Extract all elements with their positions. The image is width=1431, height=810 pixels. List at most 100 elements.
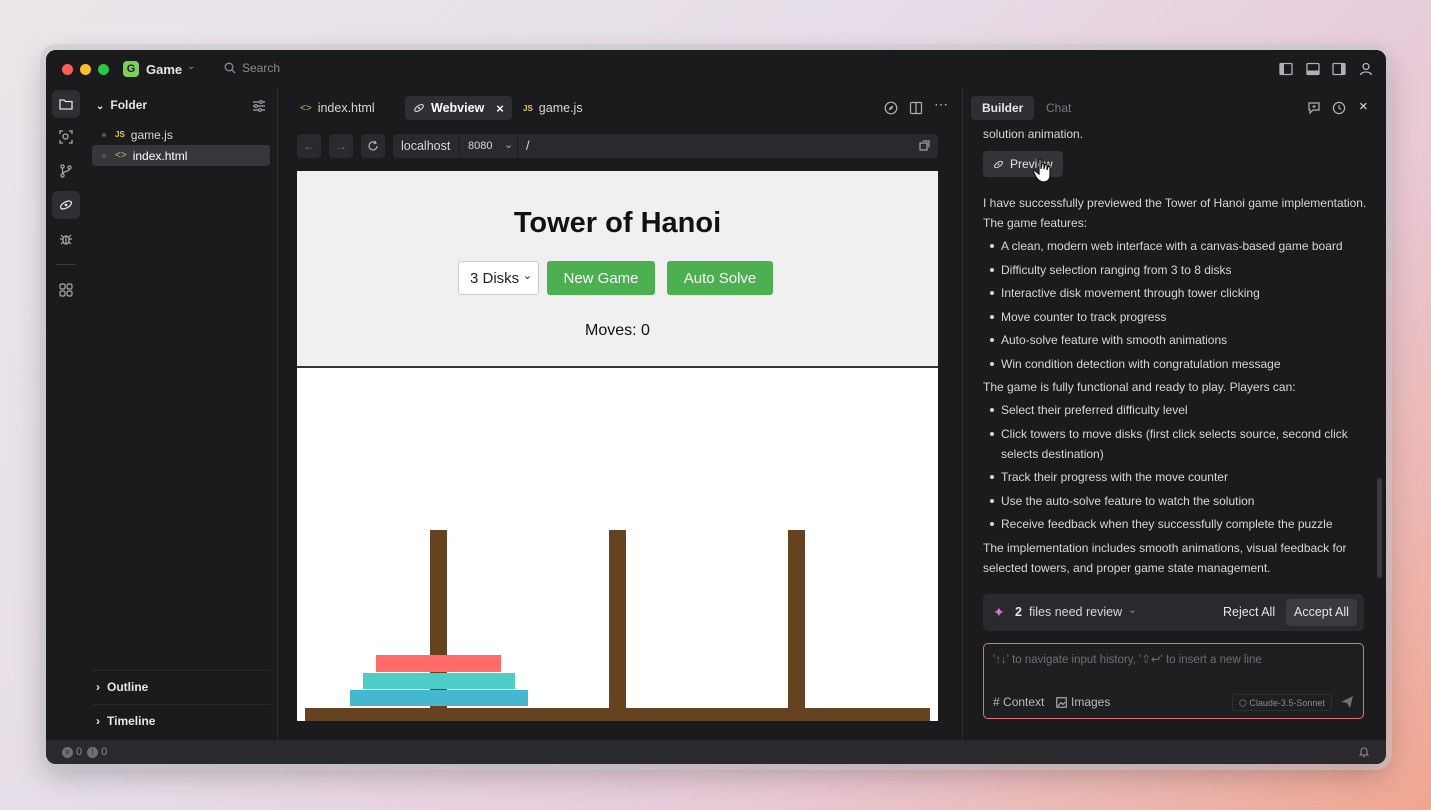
outline-section[interactable]: › Outline: [92, 670, 270, 703]
list-item: Track their progress with the move count…: [983, 467, 1373, 487]
maximize-window-button[interactable]: [98, 64, 109, 75]
sparkle-icon: ✦: [993, 604, 1005, 620]
tab-bar: <> index.html Webview × JS game.js ⋯: [284, 88, 956, 126]
message-text: solution animation.: [983, 127, 1084, 141]
search-input[interactable]: Search: [224, 61, 280, 75]
link-icon: [994, 160, 1003, 168]
tab-chat[interactable]: Chat: [1035, 96, 1082, 120]
close-panel-icon[interactable]: ×: [1359, 98, 1368, 115]
chevron-down-icon[interactable]: ⌄: [1128, 603, 1137, 616]
board-canvas: [305, 530, 930, 721]
tab-builder[interactable]: Builder: [971, 96, 1035, 120]
difficulty-select[interactable]: 3 Disks ⌄: [458, 261, 539, 295]
toggle-bottom-panel-icon[interactable]: [1305, 61, 1321, 77]
list-item: Interactive disk movement through tower …: [983, 283, 1373, 303]
compass-icon[interactable]: [884, 101, 898, 115]
file-explorer: ⌄ Folder JS game.js <> index.html › Outlin…: [86, 88, 278, 740]
project-name[interactable]: Game: [146, 62, 182, 77]
base: [305, 708, 930, 721]
js-file-icon: JS: [115, 130, 125, 139]
context-button[interactable]: # Context: [993, 695, 1044, 709]
difficulty-value: 3 Disks: [470, 269, 520, 287]
game-title: Tower of Hanoi: [513, 207, 722, 239]
forward-button[interactable]: →: [329, 134, 353, 158]
project-badge[interactable]: G: [123, 61, 139, 77]
auto-solve-button[interactable]: Auto Solve: [667, 261, 773, 295]
tab-game-js[interactable]: JS game.js: [515, 96, 591, 120]
error-icon: ×: [62, 746, 73, 758]
timeline-section[interactable]: › Timeline: [92, 704, 270, 737]
chevron-down-icon: ⌄: [96, 101, 105, 112]
message-text: The implementation includes smooth anima…: [983, 540, 1347, 575]
disk-2: [363, 673, 515, 689]
open-external-icon[interactable]: [919, 140, 930, 151]
toggle-right-sidebar-icon[interactable]: [1331, 61, 1347, 77]
tab-index-html[interactable]: <> index.html: [292, 96, 383, 120]
history-icon[interactable]: [1332, 101, 1346, 115]
problems-indicator[interactable]: × 0 ! 0: [62, 746, 107, 758]
chevron-down-icon[interactable]: ⌄: [187, 61, 195, 72]
debug-bug-icon[interactable]: [52, 225, 80, 253]
warning-icon: !: [87, 746, 99, 758]
chevron-right-icon: ›: [96, 714, 100, 728]
search-icon: [224, 62, 236, 74]
divider: [56, 264, 76, 265]
tab-label: game.js: [538, 101, 583, 115]
file-name: game.js: [130, 127, 173, 142]
folder-header[interactable]: ⌄ Folder: [96, 98, 147, 112]
split-editor-icon[interactable]: [909, 101, 923, 115]
model-select[interactable]: ⬡ Claude-3.5-Sonnet: [1232, 694, 1332, 711]
reject-all-button[interactable]: Reject All: [1223, 605, 1275, 619]
host-field[interactable]: localhost: [401, 139, 450, 153]
tab-webview[interactable]: Webview ×: [405, 96, 512, 120]
send-icon[interactable]: [1340, 695, 1354, 709]
toggle-left-sidebar-icon[interactable]: [1278, 61, 1294, 77]
images-button[interactable]: Images: [1056, 695, 1110, 709]
file-item-game-js[interactable]: JS game.js: [92, 124, 270, 145]
review-bar: ✦ 2 files need review ⌄ Reject All Accep…: [983, 594, 1364, 631]
chat-input[interactable]: '↑↓' to navigate input history, '⇧↩' to …: [983, 643, 1364, 719]
notification-bell-icon[interactable]: [1358, 746, 1370, 758]
file-item-index-html[interactable]: <> index.html: [92, 145, 270, 166]
scrollbar[interactable]: [1377, 478, 1382, 578]
model-name: Claude-3.5-Sonnet: [1249, 698, 1325, 708]
disk-3: [350, 690, 528, 706]
accept-all-button[interactable]: Accept All: [1286, 599, 1357, 626]
review-label[interactable]: files need review: [1029, 605, 1122, 619]
webview: Tower of Hanoi 3 Disks ⌄ New Game Auto S…: [297, 171, 938, 721]
context-label: Context: [1003, 695, 1045, 709]
game-header: Tower of Hanoi 3 Disks ⌄ New Game Auto S…: [297, 171, 938, 368]
editor-area: <> index.html Webview × JS game.js ⋯ ← →…: [284, 88, 956, 740]
new-game-button[interactable]: New Game: [547, 261, 655, 295]
disk-1: [376, 655, 501, 672]
hand-pointer-icon: [1032, 158, 1051, 183]
new-chat-icon[interactable]: [1307, 101, 1321, 115]
bullet: [102, 153, 106, 158]
port-select[interactable]: 8080: [468, 140, 492, 152]
search-scan-icon[interactable]: [52, 123, 80, 151]
game-board[interactable]: [297, 370, 938, 721]
tower-2[interactable]: [609, 530, 626, 710]
account-icon[interactable]: [1358, 61, 1374, 77]
filter-settings-icon[interactable]: [252, 100, 266, 112]
back-button[interactable]: ←: [297, 134, 321, 158]
reload-button[interactable]: [361, 134, 385, 158]
extensions-grid-icon[interactable]: [52, 276, 80, 304]
more-actions-icon[interactable]: ⋯: [934, 96, 948, 113]
close-tab-icon[interactable]: ×: [496, 101, 504, 116]
list-item: Click towers to move disks (first click …: [983, 424, 1373, 464]
minimize-window-button[interactable]: [80, 64, 91, 75]
search-placeholder: Search: [242, 61, 281, 75]
ide-window: G Game ⌄ Search ⌄ Folder JS game.js <> i…: [46, 50, 1386, 764]
close-window-button[interactable]: [62, 64, 73, 75]
path-field[interactable]: /: [526, 139, 529, 153]
message-text: I have successfully previewed the Tower …: [983, 196, 1367, 230]
tower-3[interactable]: [788, 530, 805, 710]
file-name: index.html: [132, 148, 188, 163]
webview-link-icon[interactable]: [52, 191, 80, 219]
explorer-icon[interactable]: [52, 90, 80, 118]
js-file-icon: JS: [523, 103, 533, 113]
input-placeholder: '↑↓' to navigate input history, '⇧↩' to …: [993, 654, 1262, 666]
source-control-icon[interactable]: [52, 157, 80, 185]
divider: [517, 134, 518, 158]
